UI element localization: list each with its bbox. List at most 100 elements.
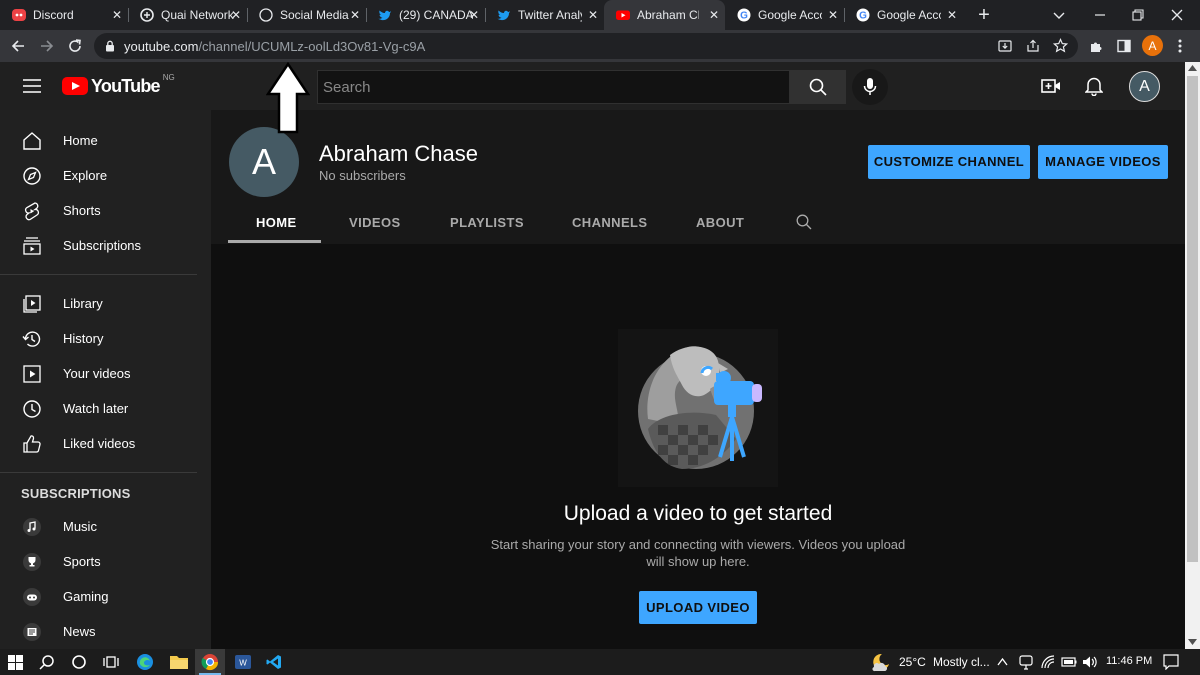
sidebar-item-liked-videos[interactable]: Liked videos xyxy=(0,426,211,461)
tab-discord[interactable]: Discord ✕ xyxy=(0,0,128,30)
tab-title: Abraham Chase xyxy=(637,8,699,22)
tab-playlists[interactable]: PLAYLISTS xyxy=(450,215,524,230)
task-view-icon[interactable] xyxy=(103,654,119,670)
chrome-icon xyxy=(201,654,219,671)
scroll-up-arrow-icon[interactable] xyxy=(1188,65,1197,71)
sidebar-item-label: Your videos xyxy=(63,366,131,381)
twitter-icon xyxy=(497,10,510,21)
tray-chevron-up-icon[interactable] xyxy=(997,657,1008,666)
manage-videos-button[interactable]: MANAGE VIDEOS xyxy=(1038,145,1168,179)
wifi-icon[interactable] xyxy=(1041,655,1055,669)
word-icon[interactable]: W xyxy=(235,654,251,670)
account-avatar[interactable]: A xyxy=(1129,71,1160,102)
vscode-icon[interactable] xyxy=(266,654,282,670)
subscriptions-heading: SUBSCRIPTIONS xyxy=(21,486,131,501)
reload-icon[interactable] xyxy=(67,38,83,54)
customize-channel-button[interactable]: CUSTOMIZE CHANNEL xyxy=(868,145,1030,179)
windows-start-icon[interactable] xyxy=(8,655,23,670)
sidebar-item-music[interactable]: Music xyxy=(0,509,211,544)
close-tab-icon[interactable]: ✕ xyxy=(231,8,241,22)
upload-video-button[interactable]: UPLOAD VIDEO xyxy=(639,591,757,624)
create-video-icon[interactable] xyxy=(1041,77,1061,95)
voice-search-button[interactable] xyxy=(852,69,888,105)
tab-twitter-analytics[interactable]: Twitter Analytics ✕ xyxy=(485,0,604,30)
tab-social-media[interactable]: Social Media ✕ xyxy=(247,0,366,30)
sidebar-item-history[interactable]: History xyxy=(0,321,211,356)
chrome-taskbar-button[interactable] xyxy=(195,649,225,675)
tab-google-account-2[interactable]: G Google Account ✕ xyxy=(844,0,963,30)
tab-channels[interactable]: CHANNELS xyxy=(572,215,647,230)
your-videos-icon xyxy=(23,365,41,383)
twitter-icon xyxy=(378,10,391,21)
cortana-icon[interactable] xyxy=(71,654,87,670)
tab-search-chevron-icon[interactable] xyxy=(1052,8,1066,22)
battery-icon[interactable] xyxy=(1061,656,1077,668)
back-icon[interactable] xyxy=(10,38,26,54)
notifications-bell-icon[interactable] xyxy=(1085,76,1103,96)
sidebar-item-news[interactable]: News xyxy=(0,614,211,649)
youtube-logo[interactable]: YouTube NG xyxy=(62,73,175,98)
tab-abraham-chase-active[interactable]: Abraham Chase ✕ xyxy=(604,0,725,30)
tab-canada[interactable]: (29) CANADA ✕ xyxy=(366,0,485,30)
meet-now-icon[interactable] xyxy=(1019,654,1033,670)
restore-icon[interactable] xyxy=(1131,8,1145,22)
close-tab-icon[interactable]: ✕ xyxy=(588,8,598,22)
search-input[interactable]: Search xyxy=(317,70,790,104)
close-tab-icon[interactable]: ✕ xyxy=(947,8,957,22)
tab-about[interactable]: ABOUT xyxy=(696,215,744,230)
search-button[interactable] xyxy=(790,70,846,104)
system-clock[interactable]: 11:46 PM xyxy=(1106,655,1152,667)
sidebar-item-watch-later[interactable]: Watch later xyxy=(0,391,211,426)
hamburger-menu-icon[interactable] xyxy=(23,79,41,93)
scroll-down-arrow-icon[interactable] xyxy=(1188,639,1197,645)
sidebar-item-sports[interactable]: Sports xyxy=(0,544,211,579)
taskbar-search-icon[interactable] xyxy=(39,654,55,670)
channel-search-icon[interactable] xyxy=(796,214,812,230)
address-bar[interactable]: youtube.com/channel/UCUMLz-oolLd3Ov81-Vg… xyxy=(94,33,1078,59)
compass-icon xyxy=(23,167,41,185)
tab-videos[interactable]: VIDEOS xyxy=(349,215,401,230)
new-tab-button[interactable]: + xyxy=(974,4,994,26)
weather-description[interactable]: Mostly cl... xyxy=(933,655,990,669)
sidebar-item-library[interactable]: Library xyxy=(0,286,211,321)
page-scrollbar[interactable] xyxy=(1185,62,1200,649)
videographer-illustration-icon xyxy=(638,346,762,469)
extensions-puzzle-icon[interactable] xyxy=(1089,39,1104,54)
close-tab-icon[interactable]: ✕ xyxy=(709,8,719,22)
search-icon xyxy=(809,78,827,96)
sidebar-item-your-videos[interactable]: Your videos xyxy=(0,356,211,391)
scrollbar-thumb[interactable] xyxy=(1187,76,1198,562)
clock-icon xyxy=(23,400,41,418)
bookmark-star-icon[interactable] xyxy=(1053,38,1068,53)
weather-moon-cloud-icon[interactable] xyxy=(871,652,891,672)
share-icon[interactable] xyxy=(1026,39,1040,53)
sidebar-item-gaming[interactable]: Gaming xyxy=(0,579,211,614)
sidebar-item-label: Sports xyxy=(63,554,101,569)
tab-home[interactable]: HOME xyxy=(256,215,297,230)
minimize-icon[interactable] xyxy=(1093,8,1107,22)
edge-browser-icon[interactable] xyxy=(136,653,154,671)
close-tab-icon[interactable]: ✕ xyxy=(112,8,122,22)
install-app-icon[interactable] xyxy=(998,39,1012,53)
sidebar-item-explore[interactable]: Explore xyxy=(0,158,211,193)
tab-quai-network[interactable]: Quai Network ✕ xyxy=(128,0,247,30)
window-close-icon[interactable] xyxy=(1170,8,1184,22)
sidebar-item-subscriptions[interactable]: Subscriptions xyxy=(0,228,211,263)
weather-temperature[interactable]: 25°C xyxy=(899,655,926,669)
sidebar-item-home[interactable]: Home xyxy=(0,123,211,158)
side-panel-icon[interactable] xyxy=(1117,39,1131,53)
channel-avatar[interactable]: A xyxy=(229,127,299,197)
browser-profile-avatar[interactable]: A xyxy=(1142,35,1163,56)
sidebar-item-shorts[interactable]: Shorts xyxy=(0,193,211,228)
action-center-icon[interactable] xyxy=(1163,654,1179,670)
volume-icon[interactable] xyxy=(1082,655,1097,669)
lock-icon[interactable] xyxy=(105,40,115,52)
file-explorer-icon[interactable] xyxy=(170,654,188,669)
tab-title: Social Media xyxy=(280,8,349,22)
close-tab-icon[interactable]: ✕ xyxy=(350,8,360,22)
close-tab-icon[interactable]: ✕ xyxy=(828,8,838,22)
browser-menu-icon[interactable] xyxy=(1177,38,1183,54)
tab-google-account-1[interactable]: G Google Account ✕ xyxy=(725,0,844,30)
close-tab-icon[interactable]: ✕ xyxy=(469,8,479,22)
forward-icon[interactable] xyxy=(39,38,55,54)
